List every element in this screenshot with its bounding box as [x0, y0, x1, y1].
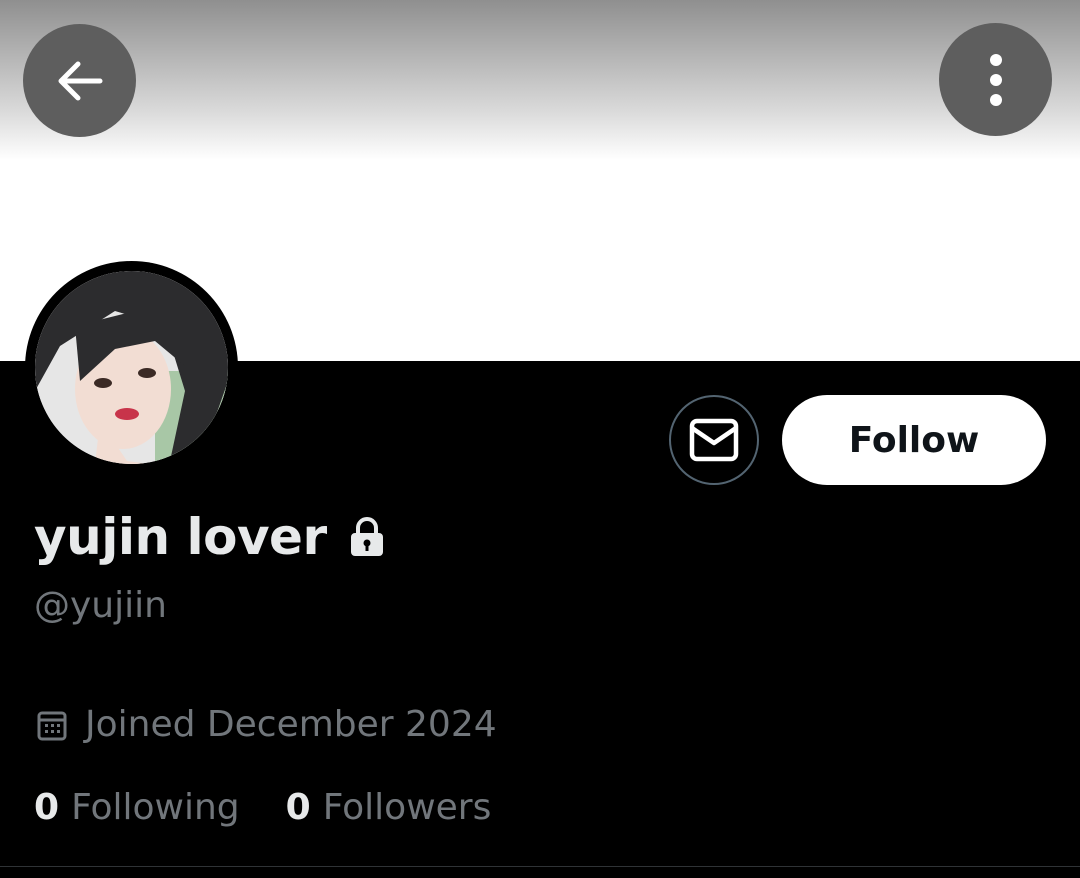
followers-label: Followers [322, 787, 492, 828]
avatar[interactable] [35, 271, 228, 464]
following-link[interactable]: 0 Following [34, 787, 240, 828]
mail-icon [689, 418, 739, 462]
following-count: 0 [34, 787, 60, 828]
avatar-photo [35, 271, 228, 464]
follow-button[interactable]: Follow [782, 395, 1046, 485]
joined-date: Joined December 2024 [85, 704, 497, 745]
name-row: yujin lover [34, 508, 385, 566]
arrow-left-icon [58, 61, 102, 100]
followers-link[interactable]: 0 Followers [286, 787, 492, 828]
more-options-button[interactable] [939, 23, 1052, 136]
follow-stats: 0 Following 0 Followers [34, 787, 537, 828]
more-vertical-icon [989, 53, 1002, 106]
avatar-ring [25, 261, 238, 474]
user-handle: @yujiin [34, 585, 167, 626]
calendar-icon [37, 711, 67, 740]
followers-count: 0 [285, 787, 311, 828]
message-button[interactable] [669, 395, 759, 485]
back-button[interactable] [23, 24, 136, 137]
lock-icon [349, 517, 385, 557]
divider [0, 866, 1080, 867]
joined-row: Joined December 2024 [37, 704, 497, 745]
following-label: Following [71, 787, 240, 828]
display-name: yujin lover [34, 508, 327, 566]
